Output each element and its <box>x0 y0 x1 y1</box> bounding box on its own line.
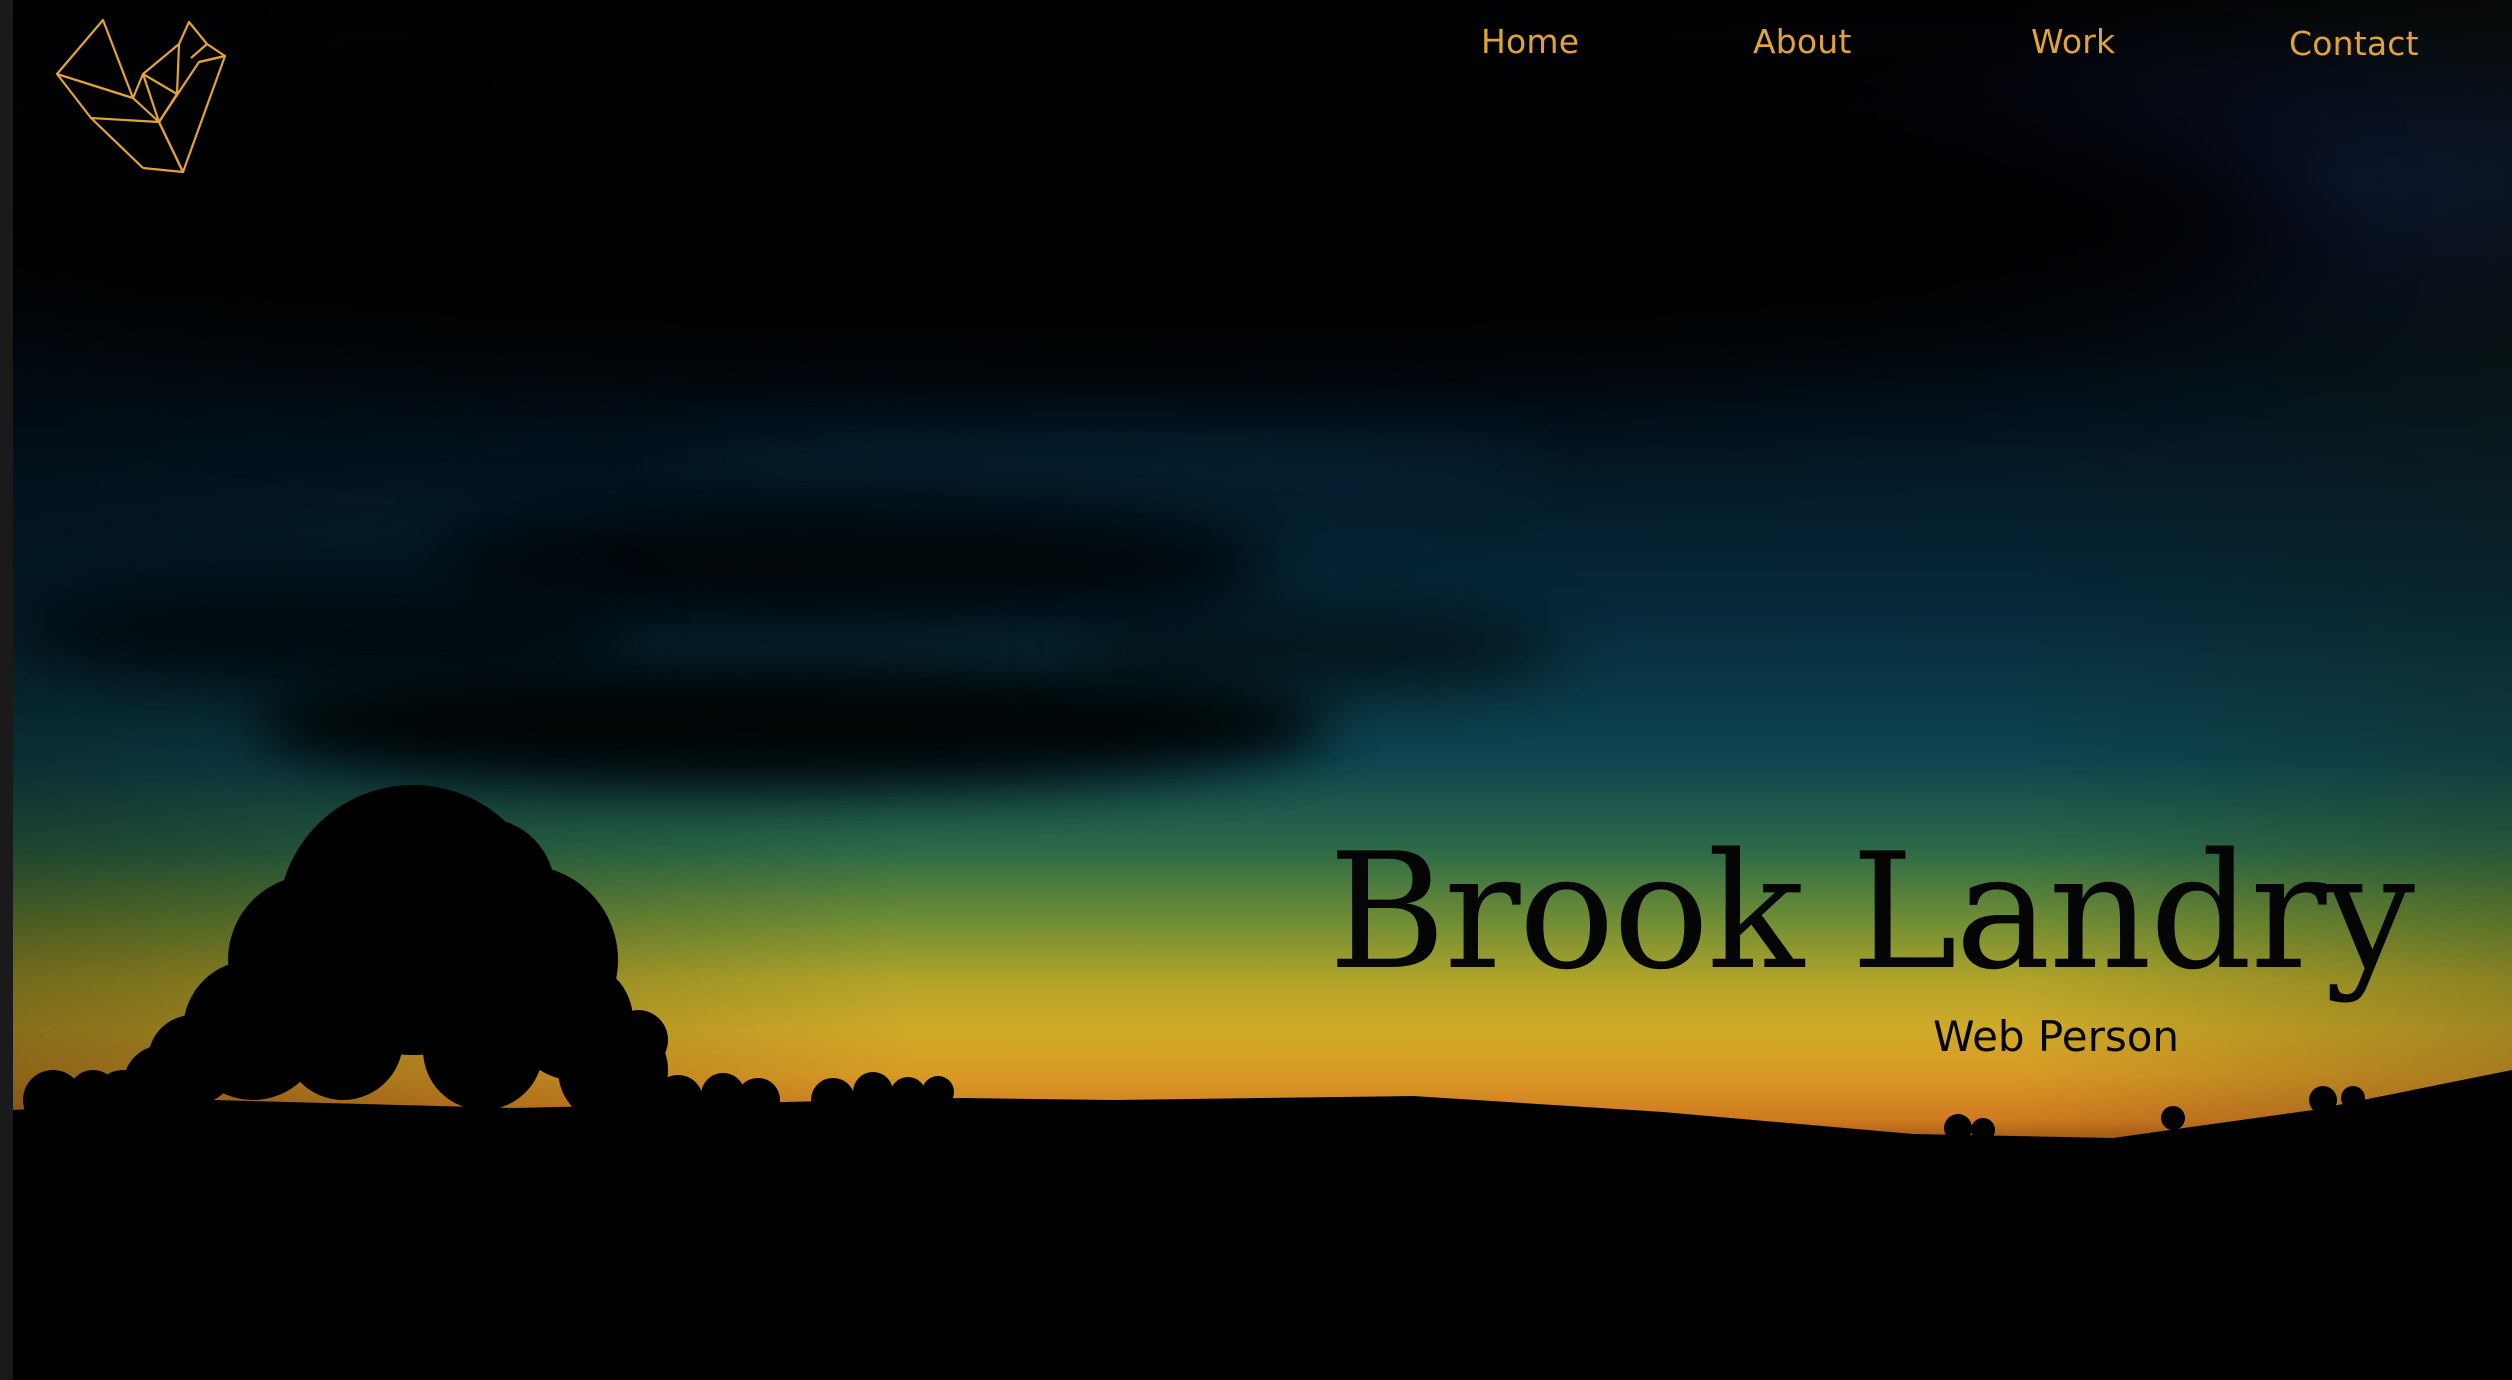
nav-work-link[interactable]: Work <box>2031 22 2115 61</box>
hero-section: Home About Work Contact Brook Landry Web… <box>13 0 2512 1380</box>
hero-subtitle: Web Person <box>1933 1012 2180 1061</box>
main-navigation: Home About Work Contact <box>13 22 2512 72</box>
nav-contact-link[interactable]: Contact <box>2289 24 2419 63</box>
nav-home-link[interactable]: Home <box>1481 22 1579 61</box>
tree-silhouette-landscape <box>13 785 2512 1380</box>
nav-about-link[interactable]: About <box>1753 22 1852 61</box>
hero-title: Brook Landry <box>1328 818 2415 1005</box>
